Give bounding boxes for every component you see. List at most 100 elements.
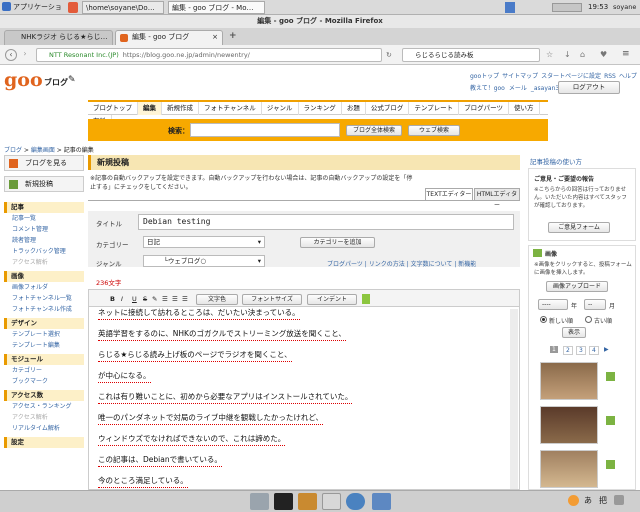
image-upload-button[interactable]: 画像アップロード — [546, 281, 608, 292]
marker-icon[interactable]: ✎ — [152, 294, 157, 305]
menu-parts[interactable]: ブログパーツ — [459, 102, 509, 115]
sidebar-item-image-folder[interactable]: 画像フォルダ — [4, 282, 84, 293]
genre-select[interactable]: └ウェブログ○ ▾ — [143, 255, 265, 267]
sidebar-item-readers[interactable]: 読者管理 — [4, 235, 84, 246]
sidebar-item-realtime[interactable]: リアルタイム解析 — [4, 423, 84, 434]
breadcrumb-blog[interactable]: ブログ — [4, 147, 22, 154]
tab-text-editor[interactable]: TEXTエディター — [425, 188, 473, 200]
show-button[interactable]: 表示 — [562, 327, 586, 338]
menu-template[interactable]: テンプレート — [409, 102, 460, 115]
sidebar-item-bookmark[interactable]: ブックマーク — [4, 376, 84, 387]
downloads-icon[interactable]: ↓ — [564, 50, 571, 59]
menu-new[interactable]: 新規作成 — [162, 102, 199, 115]
web-search-button[interactable]: ウェブ検索 — [408, 125, 460, 136]
breadcrumb-edit[interactable]: 編集画面 — [31, 147, 55, 154]
forward-icon[interactable]: › — [19, 49, 31, 61]
folder-icon[interactable] — [372, 493, 391, 510]
tab-edit-goo[interactable]: 編集 - goo ブログ × — [115, 30, 223, 45]
menu-ranking[interactable]: ランキング — [299, 102, 342, 115]
sidebar-item-template-select[interactable]: テンプレート選択 — [4, 329, 84, 340]
ime-mode[interactable]: あ — [584, 495, 592, 506]
sidebar-item-comments[interactable]: コメント管理 — [4, 224, 84, 235]
menu-official[interactable]: 公式ブログ — [366, 102, 410, 115]
sidebar-item-template-edit[interactable]: テンプレート編集 — [4, 340, 84, 351]
header-link[interactable]: RSS — [604, 73, 616, 80]
new-tab-icon[interactable]: + — [229, 31, 237, 41]
sort-new-radio[interactable] — [540, 316, 547, 323]
close-tab-icon[interactable]: × — [212, 31, 218, 44]
sidebar-item-trackback[interactable]: トラックバック管理 — [4, 246, 84, 257]
underline-button[interactable]: U — [132, 294, 137, 305]
insert-image-icon[interactable] — [606, 460, 615, 469]
next-page-icon[interactable]: ▶ — [604, 346, 609, 353]
menu-photo-channel[interactable]: フォトチャンネル — [199, 102, 262, 115]
new-feature-link[interactable]: 新機能 — [458, 261, 476, 268]
taskbar-firefox[interactable]: 編集 - goo ブログ - Mo… — [168, 1, 265, 14]
logout-button[interactable]: ログアウト — [558, 81, 620, 94]
header-link[interactable]: スタートページに設定 — [541, 73, 601, 80]
blog-search-button[interactable]: ブログ全体検索 — [346, 125, 402, 136]
image-thumbnail[interactable] — [540, 406, 598, 444]
header-link[interactable]: gooトップ — [470, 73, 499, 80]
terminal-icon[interactable] — [274, 493, 293, 510]
align-center-icon[interactable]: ☰ — [172, 294, 178, 305]
browser-icon[interactable] — [322, 493, 341, 510]
applications-menu[interactable]: アプリケーション — [2, 1, 62, 14]
show-desktop-icon[interactable] — [250, 493, 269, 510]
files-icon[interactable] — [298, 493, 317, 510]
font-color-select[interactable]: 文字色 — [196, 294, 238, 305]
insert-image-icon[interactable] — [606, 416, 615, 425]
title-input[interactable]: Debian testing — [138, 214, 514, 230]
bold-button[interactable]: B — [110, 294, 115, 305]
strike-button[interactable]: S — [143, 294, 147, 305]
ime-settings-icon[interactable] — [614, 495, 624, 505]
sidebar-item-photo-list[interactable]: フォトチャンネル一覧 — [4, 293, 84, 304]
sidebar-item-access-ranking[interactable]: アクセス・ランキング — [4, 401, 84, 412]
home-icon[interactable]: ⌂ — [580, 50, 585, 59]
ime-icon[interactable] — [568, 495, 579, 506]
back-icon[interactable]: ‹ — [5, 49, 17, 61]
align-left-icon[interactable]: ☰ — [162, 294, 168, 305]
view-blog-button[interactable]: ブログを見る — [4, 155, 84, 171]
charcount-link[interactable]: 文字数について — [411, 261, 453, 268]
category-select[interactable]: 日記 ▾ — [143, 236, 265, 248]
ime-kanji-icon[interactable]: 把 — [599, 495, 607, 506]
tab-nhk-radio[interactable]: NHKラジオ らじる★らじ… — [4, 30, 113, 45]
page-1[interactable]: 1 — [550, 346, 558, 353]
parts-link[interactable]: ブログパーツ — [327, 261, 363, 268]
insert-image-icon[interactable] — [606, 372, 615, 381]
align-right-icon[interactable]: ☰ — [182, 294, 188, 305]
header-link[interactable]: サイトマップ — [502, 73, 538, 80]
search-box[interactable]: らじるらじる読み板 — [402, 48, 540, 62]
page-2[interactable]: 2 — [563, 346, 573, 355]
firefox-launcher-icon[interactable] — [68, 2, 78, 13]
blog-search-input[interactable] — [190, 123, 340, 137]
taskbar-terminal[interactable]: \home\soyane\Do… — [82, 1, 164, 14]
italic-button[interactable]: I — [121, 294, 123, 305]
menu-blog-top[interactable]: ブログトップ — [88, 102, 138, 115]
page-4[interactable]: 4 — [589, 346, 599, 355]
indent-select[interactable]: インデント — [307, 294, 357, 305]
font-size-select[interactable]: フォントサイズ — [242, 294, 302, 305]
user-name[interactable]: soyane — [613, 1, 640, 14]
network-icon[interactable] — [505, 2, 515, 13]
reload-icon[interactable]: ↻ — [386, 51, 392, 59]
goo-logo[interactable]: goo — [4, 69, 43, 91]
sidebar-item-posts[interactable]: 記事一覧 — [4, 213, 84, 224]
emoji-icon[interactable] — [362, 294, 370, 304]
sidebar-item-category[interactable]: カテゴリー — [4, 365, 84, 376]
sort-old-radio[interactable] — [585, 316, 592, 323]
menu-howto[interactable]: 使い方 — [509, 102, 540, 115]
menu-icon[interactable]: ≡ — [622, 49, 630, 59]
image-thumbnail[interactable] — [540, 362, 598, 400]
new-post-button[interactable]: 新規投稿 — [4, 176, 84, 192]
menu-edit[interactable]: 編集 — [138, 102, 162, 115]
bookmark-star-icon[interactable]: ☆ — [546, 50, 553, 59]
year-select[interactable]: ---- — [538, 299, 568, 310]
menu-theme[interactable]: お題 — [342, 102, 366, 115]
search-icon[interactable] — [346, 493, 365, 510]
clock[interactable]: 19:53 — [588, 1, 612, 14]
editor-scrollbar[interactable] — [510, 309, 518, 489]
header-link[interactable]: ヘルプ — [619, 73, 637, 80]
menu-genre[interactable]: ジャンル — [262, 102, 299, 115]
